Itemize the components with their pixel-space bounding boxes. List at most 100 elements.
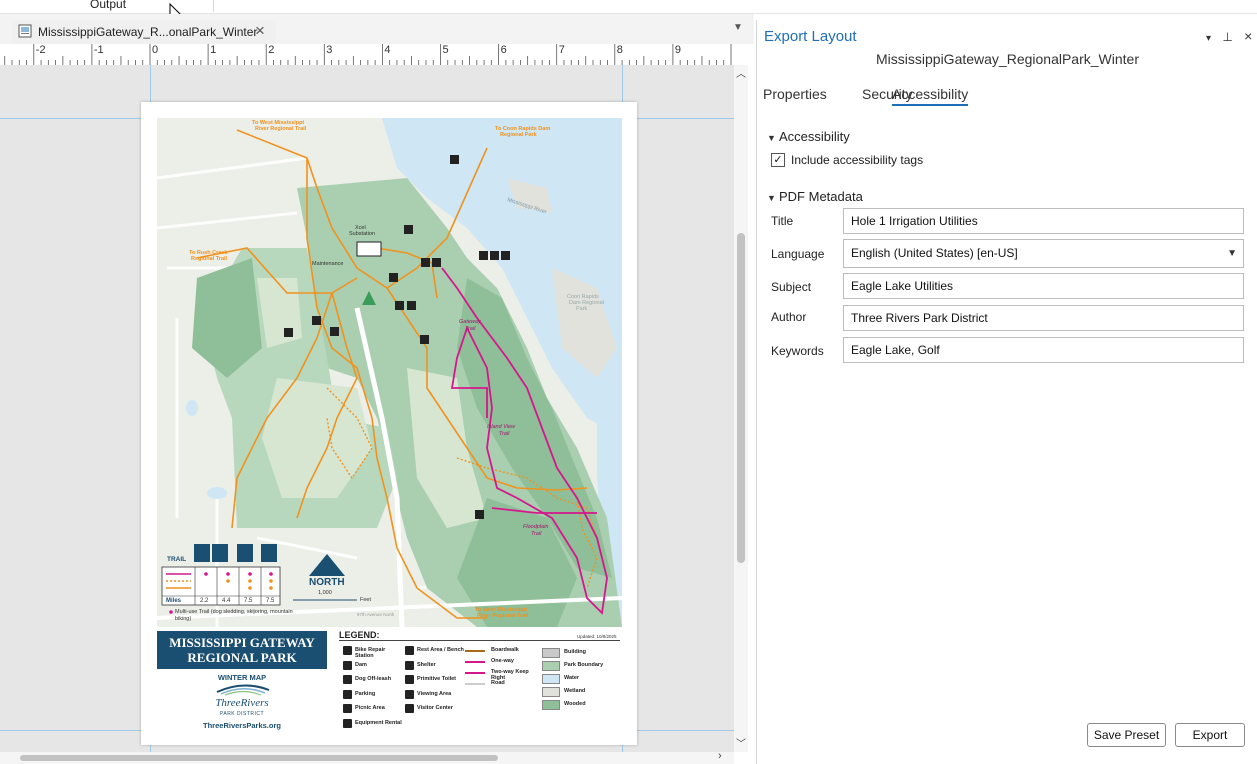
svg-text:Floodplain: Floodplain <box>523 524 548 530</box>
subject-label: Subject <box>771 280 812 294</box>
include-tags-checkbox[interactable]: ✓ <box>771 153 785 167</box>
legend-label: Boardwalk <box>491 647 519 653</box>
legend-rule <box>339 640 620 641</box>
svg-text:TRAIL: TRAIL <box>167 556 186 563</box>
three-rivers-logo-icon <box>216 684 270 696</box>
scroll-thumb[interactable] <box>737 233 745 563</box>
legend-label: One-way <box>491 658 514 664</box>
legend-area: MISSISSIPPI GATEWAY REGIONAL PARK WINTER… <box>157 629 622 741</box>
legend-symbol-icon <box>343 646 352 655</box>
ruler-tick-label: 1 <box>210 44 217 56</box>
ruler-tick-label: 3 <box>326 44 333 56</box>
svg-text:Maintenance: Maintenance <box>312 261 344 267</box>
legend-label: Wooded <box>564 701 586 707</box>
horizontal-ruler: -2 -1 0 1 2 3 4 5 6 7 8 9 <box>0 44 734 66</box>
chevron-up-icon[interactable]: ︿ <box>736 65 746 80</box>
legend-label: Wetland <box>564 688 586 694</box>
chevron-right-icon[interactable]: › <box>718 750 722 762</box>
output-tab-label[interactable]: Output <box>90 0 126 11</box>
title-field[interactable]: Hole 1 Irrigation Utilities <box>843 208 1244 234</box>
legend-label: Viewing Area <box>417 690 452 697</box>
save-preset-button[interactable]: Save Preset <box>1087 723 1166 747</box>
legend-area-swatch <box>542 661 560 671</box>
language-label: Language <box>771 247 825 261</box>
layout-page[interactable]: To West Mississippi River Regional Trail… <box>141 102 637 745</box>
multiuse-note: Multi-use Trail (dog sledding, skijoring… <box>175 609 293 622</box>
legend-line-swatch <box>465 650 485 652</box>
close-icon[interactable]: × <box>1244 28 1252 44</box>
legend-symbol-icon <box>343 689 352 699</box>
miles-value: 2.2 <box>200 598 209 604</box>
document-tab-label: MississippiGateway_R...onalPark_Winter <box>38 25 258 39</box>
chevron-down-icon[interactable]: ﹀ <box>736 735 746 750</box>
legend-line-swatch <box>465 672 485 674</box>
close-icon[interactable]: × <box>255 21 265 41</box>
map-graphic: To West Mississippi River Regional Trail… <box>157 118 622 627</box>
legend-area-swatch <box>542 674 560 684</box>
language-select[interactable]: English (United States) [en-US] ▼ <box>843 239 1244 268</box>
legend-label: Rest Area / Bench <box>417 647 464 653</box>
map-title-line2: REGIONAL PARK <box>187 650 297 665</box>
section-accessibility[interactable]: ▼ Accessibility <box>767 129 850 144</box>
pane-title: Export Layout <box>764 28 857 45</box>
scroll-thumb[interactable] <box>20 755 498 761</box>
org-sub: PARK DISTRICT <box>219 711 265 717</box>
chevron-down-icon[interactable]: ▾ <box>1206 33 1211 44</box>
svg-text:Island View: Island View <box>487 424 516 430</box>
layout-canvas[interactable]: To West Mississippi River Regional Trail… <box>0 65 734 752</box>
ruler-tick-label: 8 <box>616 44 623 56</box>
export-button[interactable]: Export <box>1175 723 1245 747</box>
pane-controls: ▾ ⊥ × <box>1206 28 1252 44</box>
scale-value: 1,000 <box>318 590 332 596</box>
legend-area-swatch <box>542 648 560 658</box>
ruler-tick-label: -1 <box>93 44 104 56</box>
section-pdf-metadata[interactable]: ▼ PDF Metadata <box>767 189 863 204</box>
legend-label: Parking <box>355 690 376 697</box>
include-tags-label: Include accessibility tags <box>791 153 924 167</box>
chevron-down-icon: ▼ <box>1227 248 1237 259</box>
subject-field[interactable]: Eagle Lake Utilities <box>843 273 1244 299</box>
horizontal-scrollbar[interactable]: › <box>0 750 734 764</box>
legend-symbol-icon <box>405 675 414 684</box>
legend-label: Water <box>564 675 580 681</box>
legend-line-swatch <box>465 661 485 663</box>
chevron-down-icon[interactable]: ▼ <box>733 22 743 33</box>
svg-text:River Regional Trail: River Regional Trail <box>255 126 307 132</box>
legend-symbol-icon <box>405 660 414 670</box>
map-subtitle: WINTER MAP <box>217 673 267 682</box>
layout-icon <box>18 24 32 38</box>
vertical-scrollbar[interactable]: ︿ ﹀ <box>734 65 748 752</box>
keywords-field[interactable]: Eagle Lake, Golf <box>843 337 1244 363</box>
legend-label: Shelter <box>417 661 436 668</box>
keywords-label: Keywords <box>771 344 824 358</box>
svg-text:Substation: Substation <box>349 231 375 237</box>
document-tab[interactable]: MississippiGateway_R...onalPark_Winter × <box>12 20 276 46</box>
map-frame[interactable]: To West Mississippi River Regional Trail… <box>157 118 622 627</box>
legend-symbol-icon <box>405 689 414 699</box>
title-block: MISSISSIPPI GATEWAY REGIONAL PARK <box>157 631 327 669</box>
language-value: English (United States) [en-US] <box>851 246 1018 260</box>
legend-title: LEGEND: <box>339 630 380 640</box>
svg-text:Trail: Trail <box>465 326 476 332</box>
legend-symbol-icon <box>405 646 414 655</box>
svg-text:Park: Park <box>576 306 588 312</box>
legend-symbol-icon <box>343 675 352 684</box>
legend-area-swatch <box>542 700 560 710</box>
pin-icon[interactable]: ⊥ <box>1222 30 1232 44</box>
website: ThreeRiversParks.org <box>203 721 281 730</box>
legend-label: Park Boundary <box>564 662 604 668</box>
tab-accessibility[interactable]: Accessibility <box>892 86 969 106</box>
legend-label: Bike Repair Station <box>355 647 386 659</box>
section-label: Accessibility <box>779 129 850 144</box>
svg-text:River Regional Trail: River Regional Trail <box>477 613 529 619</box>
updated-date: Updated: 10/8/2025 <box>577 634 617 639</box>
tab-properties[interactable]: Properties <box>763 86 827 102</box>
svg-text:Trail: Trail <box>531 531 542 537</box>
miles-value: 7.5 <box>244 598 253 604</box>
miles-value: 4.4 <box>222 598 231 604</box>
north-label: NORTH <box>309 577 345 588</box>
author-field[interactable]: Three Rivers Park District <box>843 305 1244 331</box>
chevron-down-icon: ▼ <box>767 193 776 203</box>
ruler-tick-label: 6 <box>500 44 507 56</box>
legend-label: Dog Off-leash <box>355 676 392 682</box>
